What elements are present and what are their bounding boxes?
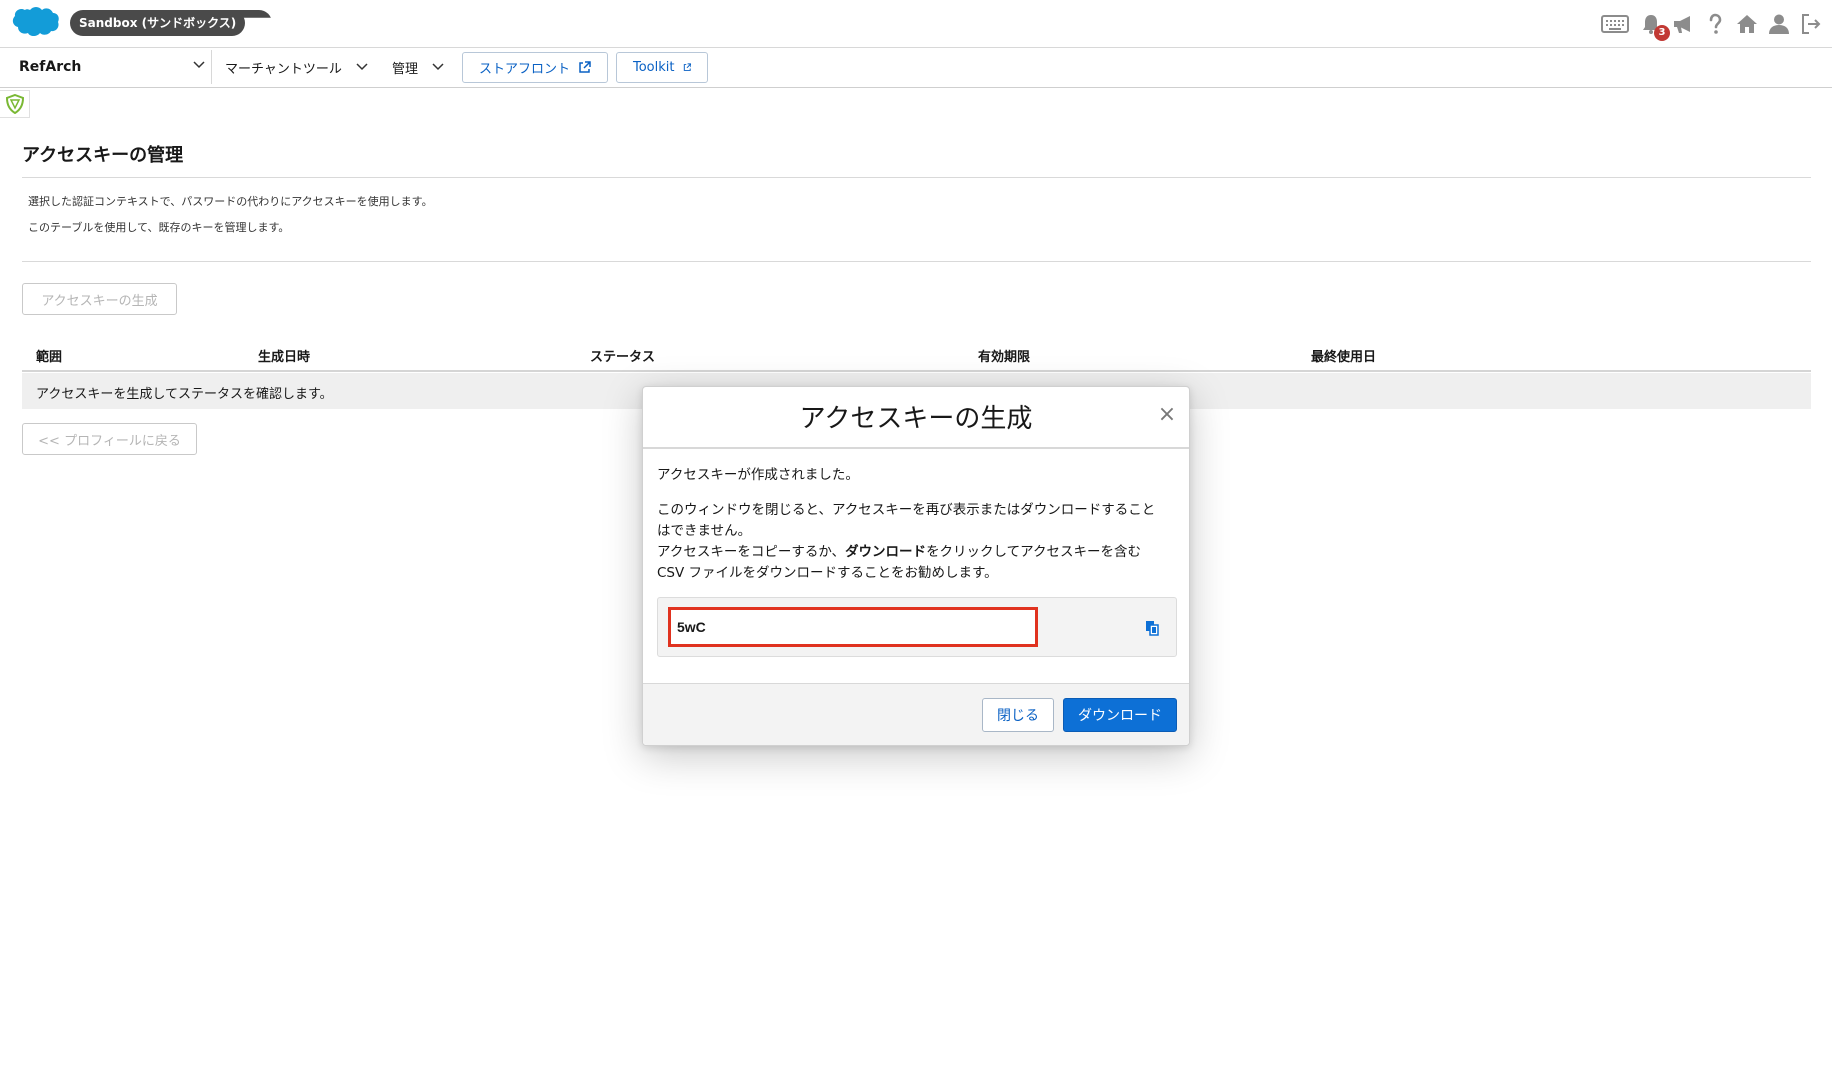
salesforce-cloud-logo[interactable]	[10, 4, 60, 40]
title-divider	[22, 177, 1811, 178]
megaphone-icon[interactable]	[1672, 13, 1694, 35]
site-name: RefArch	[19, 59, 82, 75]
menu-admin-label: 管理	[392, 61, 419, 77]
bell-icon[interactable]: 3	[1640, 13, 1670, 41]
generate-access-key-button[interactable]: アクセスキーの生成	[22, 283, 177, 315]
warning-line-2: はできません。	[657, 523, 752, 539]
advice-text-pre: アクセスキーをコピーするか、	[657, 544, 846, 560]
description-line-1: 選択した認証コンテキストで、パスワードの代わりにアクセスキーを使用します。	[28, 195, 433, 208]
storefront-link[interactable]: ストアフロント	[462, 52, 608, 83]
back-to-profile-button[interactable]: << プロフィールに戻る	[22, 423, 197, 455]
shield-icon[interactable]	[0, 90, 30, 118]
modal-body: アクセスキーが作成されました。 このウィンドウを閉じると、アクセスキーを再び表示…	[657, 465, 1177, 584]
chevron-down-icon	[356, 63, 368, 71]
menu-admin[interactable]: 管理	[392, 50, 444, 84]
key-created-message: アクセスキーが作成されました。	[657, 467, 859, 483]
menu-merchant-tools[interactable]: マーチャントツール	[225, 50, 368, 84]
access-key-field[interactable]: 5wC	[668, 607, 1038, 647]
advice-text-bold: ダウンロード	[845, 544, 927, 560]
chevron-down-icon	[193, 61, 205, 69]
close-icon[interactable]: ×	[1157, 404, 1177, 426]
description-line-2: このテーブルを使用して、既存のキーを管理します。	[28, 221, 290, 234]
column-header-last-used[interactable]: 最終使用日	[1311, 346, 1376, 365]
keyboard-icon[interactable]	[1600, 13, 1630, 35]
column-header-scope[interactable]: 範囲	[36, 346, 62, 365]
column-header-status[interactable]: ステータス	[590, 346, 655, 365]
notification-count-badge: 3	[1654, 25, 1670, 41]
utility-icons: 3	[1600, 10, 1822, 41]
access-key-container: 5wC	[657, 597, 1177, 657]
modal-title: アクセスキーの生成	[799, 404, 1033, 434]
close-button[interactable]: 閉じる	[982, 698, 1054, 732]
menu-merchant-tools-label: マーチャントツール	[225, 61, 342, 77]
section-divider	[22, 261, 1811, 262]
page-title: アクセスキーの管理	[22, 145, 184, 166]
modal-footer: 閉じる ダウンロード	[643, 683, 1189, 745]
global-header: Sandbox (サンドボックス) 3	[0, 0, 1832, 48]
modal-header: アクセスキーの生成 ×	[643, 387, 1189, 449]
chevron-down-icon	[432, 63, 444, 71]
user-icon[interactable]	[1768, 13, 1790, 35]
copy-icon[interactable]	[1142, 618, 1162, 638]
warning-line-1: このウィンドウを閉じると、アクセスキーを再び表示またはダウンロードすること	[657, 502, 1156, 518]
external-link-icon	[579, 61, 591, 73]
storefront-link-label: ストアフロント	[479, 62, 571, 77]
sandbox-indicator: Sandbox (サンドボックス)	[70, 10, 246, 36]
help-icon[interactable]	[1704, 13, 1726, 35]
generate-access-key-modal: アクセスキーの生成 × アクセスキーが作成されました。 このウィンドウを閉じると…	[642, 386, 1190, 746]
home-icon[interactable]	[1736, 13, 1758, 35]
column-header-expiry[interactable]: 有効期限	[978, 346, 1030, 365]
column-header-created[interactable]: 生成日時	[258, 346, 310, 365]
access-key-table-header: 範囲 生成日時 ステータス 有効期限 最終使用日	[22, 336, 1811, 372]
download-button[interactable]: ダウンロード	[1063, 698, 1177, 732]
table-empty-message: アクセスキーを生成してステータスを確認します。	[36, 387, 333, 402]
toolkit-link[interactable]: Toolkit	[616, 52, 708, 83]
site-selector[interactable]: RefArch	[14, 50, 212, 84]
toolkit-link-label: Toolkit	[633, 60, 675, 75]
external-link-icon	[683, 63, 691, 71]
app-navbar: RefArch マーチャントツール 管理 ストアフロント Toolkit	[0, 48, 1832, 88]
advice-line-2: CSV ファイルをダウンロードすることをお勧めします。	[657, 565, 998, 581]
advice-text-post: をクリックしてアクセスキーを含む	[926, 544, 1141, 560]
logout-icon[interactable]	[1800, 13, 1822, 35]
